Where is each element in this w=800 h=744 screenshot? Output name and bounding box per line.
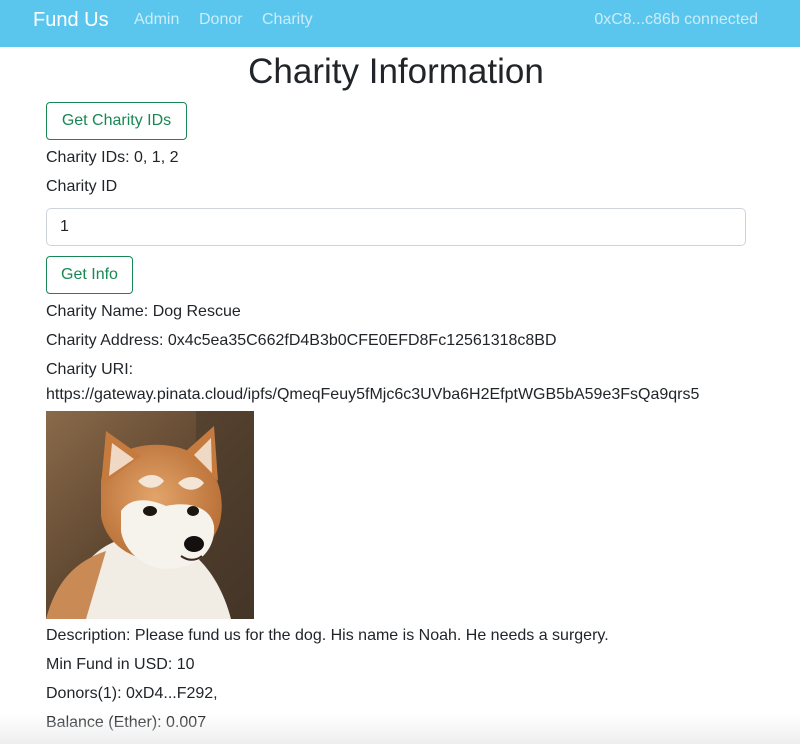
navbar: Fund Us Admin Donor Charity 0xC8...c86b …	[0, 0, 800, 47]
dog-photo-icon	[46, 411, 254, 619]
nav-link-charity[interactable]: Charity	[262, 10, 313, 30]
charity-ids-text: Charity IDs: 0, 1, 2	[46, 149, 179, 166]
charity-uri: https://gateway.pinata.cloud/ipfs/QmeqFe…	[46, 386, 700, 403]
account-status: 0xC8...c86b connected	[594, 11, 758, 28]
get-charity-ids-button[interactable]: Get Charity IDs	[46, 102, 187, 140]
page-title: Charity Information	[248, 52, 544, 91]
brand-link[interactable]: Fund Us	[33, 8, 109, 32]
charity-address: Charity Address: 0x4c5ea35C662fD4B3b0CFE…	[46, 332, 557, 349]
balance: Balance (Ether): 0.007	[46, 714, 207, 731]
charity-uri-label: Charity URI:	[46, 361, 134, 378]
nav-link-donor[interactable]: Donor	[199, 10, 243, 30]
charity-name: Charity Name: Dog Rescue	[46, 303, 241, 320]
charity-image	[46, 411, 254, 619]
charity-description: Description: Please fund us for the dog.…	[46, 627, 609, 644]
get-info-button[interactable]: Get Info	[46, 256, 133, 294]
donors-list: Donors(1): 0xD4...F292,	[46, 685, 218, 702]
min-fund: Min Fund in USD: 10	[46, 656, 195, 673]
charity-id-input[interactable]	[46, 208, 746, 246]
nav-link-admin[interactable]: Admin	[134, 10, 179, 30]
charity-id-label: Charity ID	[46, 178, 118, 195]
